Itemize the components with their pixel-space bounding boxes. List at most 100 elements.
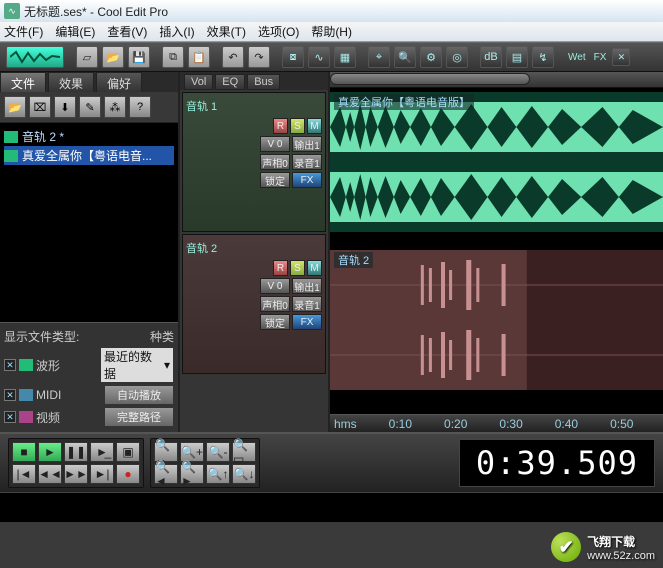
rewind-button[interactable]: ◄◄: [38, 464, 62, 484]
menu-help[interactable]: 帮助(H): [311, 23, 352, 40]
track2-name[interactable]: 音轨 2: [186, 238, 322, 258]
help-button[interactable]: ?: [129, 96, 151, 118]
watermark-brand: 飞翔下载: [587, 533, 655, 550]
tool-envelope-button[interactable]: ∿: [308, 46, 330, 68]
tool-cd-button[interactable]: ◎: [446, 46, 468, 68]
track1-record-button[interactable]: R: [273, 118, 288, 134]
play-loop-button[interactable]: ►̲: [90, 442, 114, 462]
zoom-sel-button[interactable]: 🔍▭: [232, 442, 256, 462]
paste-button[interactable]: 📋: [188, 46, 210, 68]
mode-waveform-button[interactable]: [6, 46, 64, 68]
main-toolbar: ▱ 📂 💾 ⧉ 📋 ↶ ↷ ⧇ ∿ ▦ ⌖ 🔍 ⚙ ◎ dB ▤ ↯ Wet F…: [0, 42, 663, 72]
autoplay-button[interactable]: 自动播放: [104, 385, 174, 405]
track2-fx-button[interactable]: FX: [292, 314, 322, 330]
track1-name[interactable]: 音轨 1: [186, 96, 322, 116]
menu-insert[interactable]: 插入(I): [159, 23, 194, 40]
track1-rec-button[interactable]: 录音1: [292, 154, 322, 170]
horizontal-scrollbar[interactable]: [330, 72, 663, 88]
track2-vol-button[interactable]: V 0: [260, 278, 290, 294]
track1-fx-button[interactable]: FX: [292, 172, 322, 188]
tool-group-button[interactable]: ⧇: [282, 46, 304, 68]
menu-edit[interactable]: 编辑(E): [55, 23, 95, 40]
track2-lock-button[interactable]: 锁定: [260, 314, 290, 330]
save-file-button[interactable]: 💾: [128, 46, 150, 68]
new-file-button[interactable]: ▱: [76, 46, 98, 68]
track1-out-button[interactable]: 输出1: [292, 136, 322, 152]
play-button[interactable]: ►: [38, 442, 62, 462]
ruler-unit: hms: [334, 417, 357, 431]
watermark: ✔ 飞翔下载 www.52z.com: [551, 532, 655, 562]
tracks-view[interactable]: 真爱全属你【粤语电音版】 音轨 2: [330, 72, 663, 432]
copy-button[interactable]: ⧉: [162, 46, 184, 68]
zoom-fit-button[interactable]: 🔍↔: [154, 442, 178, 462]
time-display[interactable]: 0:39.509: [459, 439, 655, 487]
tab-eq[interactable]: EQ: [215, 74, 245, 90]
open-file-button[interactable]: 📂: [102, 46, 124, 68]
fx-toggle-button[interactable]: ✕: [612, 48, 630, 66]
tab-vol[interactable]: Vol: [184, 74, 213, 90]
tool-mix-button[interactable]: ▦: [334, 46, 356, 68]
menu-file[interactable]: 文件(F): [4, 23, 43, 40]
list-item[interactable]: 真爱全属你【粤语电音...: [4, 146, 174, 165]
tab-files[interactable]: 文件: [0, 72, 46, 92]
kind-header: 种类: [150, 328, 174, 345]
play-sel-button[interactable]: ▣: [116, 442, 140, 462]
zoom-vout-button[interactable]: 🔍↓: [232, 464, 256, 484]
menu-effects[interactable]: 效果(T): [207, 23, 246, 40]
track2-solo-button[interactable]: S: [290, 260, 305, 276]
edit-file-button[interactable]: ✎: [79, 96, 101, 118]
track1-mute-button[interactable]: M: [307, 118, 322, 134]
track1-solo-button[interactable]: S: [290, 118, 305, 134]
close-file-button[interactable]: ⌧: [29, 96, 51, 118]
track1-pan-button[interactable]: 声相0: [260, 154, 290, 170]
spectral-button[interactable]: ▤: [506, 46, 528, 68]
menu-options[interactable]: 选项(O): [258, 23, 299, 40]
tab-effects[interactable]: 效果: [48, 72, 94, 92]
go-end-button[interactable]: ►|: [90, 464, 114, 484]
level-button[interactable]: dB: [480, 46, 502, 68]
track1-lock-button[interactable]: 锁定: [260, 172, 290, 188]
fullpath-button[interactable]: 完整路径: [104, 407, 174, 427]
zoom-button[interactable]: 🔍: [394, 46, 416, 68]
track2-waveform[interactable]: 音轨 2: [330, 250, 663, 390]
snap-button[interactable]: ⌖: [368, 46, 390, 68]
track2-pan-button[interactable]: 声相0: [260, 296, 290, 312]
tab-favorites[interactable]: 偏好: [96, 72, 142, 92]
pause-button[interactable]: ❚❚: [64, 442, 88, 462]
recent-dropdown[interactable]: 最近的数据▾: [100, 347, 174, 383]
redo-button[interactable]: ↷: [248, 46, 270, 68]
track2-out-button[interactable]: 输出1: [292, 278, 322, 294]
checkbox-wave[interactable]: ✕: [4, 359, 16, 371]
midi-icon: [19, 389, 33, 401]
zoom-in-button[interactable]: 🔍+: [180, 442, 204, 462]
freq-button[interactable]: ↯: [532, 46, 554, 68]
stop-button[interactable]: ■: [12, 442, 36, 462]
file-list[interactable]: 音轨 2 * 真爱全属你【粤语电音...: [0, 123, 178, 322]
track1-waveform[interactable]: 真爱全属你【粤语电音版】: [330, 92, 663, 232]
insert-file-button[interactable]: ⬇: [54, 96, 76, 118]
zoom-right-button[interactable]: 🔍►: [180, 464, 204, 484]
checkbox-video[interactable]: ✕: [4, 411, 16, 423]
record-button[interactable]: ●: [116, 464, 140, 484]
go-start-button[interactable]: |◄: [12, 464, 36, 484]
options-button[interactable]: ⁂: [104, 96, 126, 118]
filetype-wave-label: 波形: [36, 357, 60, 374]
undo-button[interactable]: ↶: [222, 46, 244, 68]
zoom-out-button[interactable]: 🔍-: [206, 442, 230, 462]
zoom-vin-button[interactable]: 🔍↑: [206, 464, 230, 484]
menu-view[interactable]: 查看(V): [107, 23, 147, 40]
ruler-tick: 0:20: [444, 417, 467, 431]
checkbox-midi[interactable]: ✕: [4, 389, 16, 401]
time-ruler[interactable]: hms 0:10 0:20 0:30 0:40 0:50 1:00 1:10 1…: [330, 414, 663, 432]
zoom-left-button[interactable]: 🔍◄: [154, 464, 178, 484]
list-item[interactable]: 音轨 2 *: [4, 127, 174, 146]
track2-mute-button[interactable]: M: [307, 260, 322, 276]
tab-bus[interactable]: Bus: [247, 74, 280, 90]
track1-vol-button[interactable]: V 0: [260, 136, 290, 152]
track2-record-button[interactable]: R: [273, 260, 288, 276]
scroll-handle[interactable]: [330, 73, 530, 85]
settings-button[interactable]: ⚙: [420, 46, 442, 68]
track2-rec-button[interactable]: 录音1: [292, 296, 322, 312]
open-folder-button[interactable]: 📂: [4, 96, 26, 118]
forward-button[interactable]: ►►: [64, 464, 88, 484]
